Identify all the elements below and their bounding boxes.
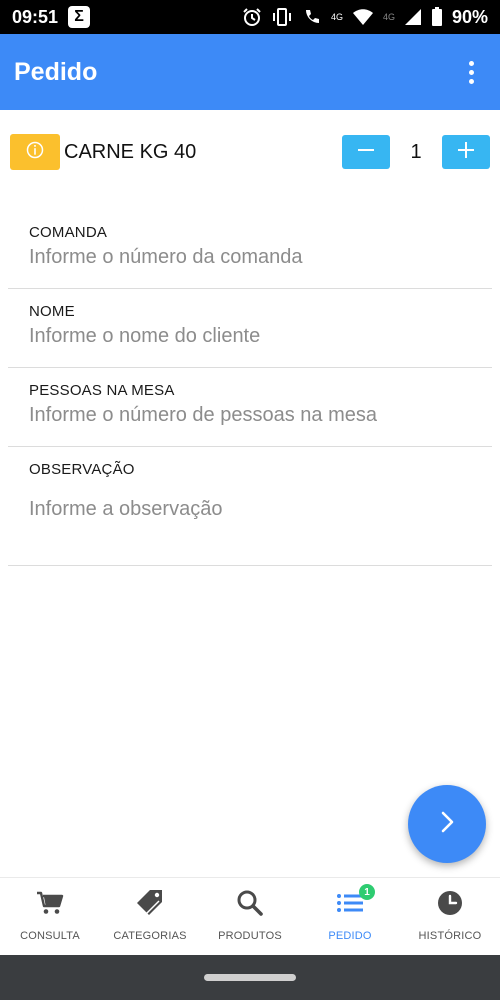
order-count-badge: 1: [359, 884, 375, 900]
product-row: CARNE KG 40 1: [0, 130, 500, 174]
product-name: CARNE KG 40: [64, 140, 197, 163]
pessoas-field: PESSOAS NA MESA: [8, 368, 492, 447]
app-notification-icon: Σ: [68, 6, 91, 28]
bottom-navigation: CONSULTA CATEGORIAS PRODUTOS 1 PEDIDO HI…: [0, 877, 500, 955]
quantity-value: 1: [410, 140, 422, 163]
product-info-button[interactable]: [10, 134, 60, 170]
nav-label-historico: HISTÓRICO: [418, 930, 482, 942]
network-type-label: 4G: [330, 12, 343, 22]
vibrate-icon: [271, 7, 293, 27]
nav-item-consulta[interactable]: CONSULTA: [0, 878, 100, 955]
battery-icon: [431, 7, 443, 27]
search-icon: [235, 888, 265, 918]
quantity-stepper: 1: [342, 135, 490, 169]
nav-label-produtos: PRODUTOS: [218, 930, 282, 942]
system-gesture-bar: [0, 955, 500, 1000]
chevron-right-icon: [434, 809, 460, 840]
comanda-label: COMANDA: [29, 224, 108, 241]
observacao-input[interactable]: [29, 498, 469, 521]
plus-icon: [457, 141, 475, 164]
signal-icon: [404, 8, 422, 26]
alarm-icon: [242, 7, 262, 27]
observacao-label: OBSERVAÇÃO: [29, 461, 135, 478]
order-form: COMANDA NOME PESSOAS NA MESA OBSERVAÇÃO: [8, 210, 492, 566]
minus-icon: [357, 141, 375, 164]
cart-icon: [35, 888, 65, 918]
battery-percentage: 90%: [451, 6, 488, 27]
nav-label-consulta: CONSULTA: [20, 930, 80, 942]
status-bar: 09:51 Σ 4G 4G 90%: [0, 0, 500, 34]
more-options-button[interactable]: [456, 50, 486, 94]
nome-input[interactable]: [29, 325, 469, 348]
nav-item-categorias[interactable]: CATEGORIAS: [100, 878, 200, 955]
comanda-input[interactable]: [29, 246, 469, 269]
network-type-label-secondary: 4G: [382, 12, 395, 22]
status-time: 09:51: [12, 6, 59, 27]
nav-label-pedido: PEDIDO: [328, 930, 372, 942]
tags-icon: [135, 888, 165, 918]
pessoas-input[interactable]: [29, 404, 469, 427]
observacao-field: OBSERVAÇÃO: [8, 447, 492, 566]
nome-field: NOME: [8, 289, 492, 368]
info-icon: [26, 141, 44, 164]
page-title: Pedido: [14, 57, 98, 86]
wifi-icon: [352, 8, 374, 26]
more-vert-icon: [468, 60, 474, 66]
nome-label: NOME: [29, 303, 75, 320]
call-icon: [302, 7, 322, 27]
decrease-quantity-button[interactable]: [342, 135, 390, 169]
nav-label-categorias: CATEGORIAS: [113, 930, 187, 942]
nav-item-produtos[interactable]: PRODUTOS: [200, 878, 300, 955]
nav-item-historico[interactable]: HISTÓRICO: [400, 878, 500, 955]
increase-quantity-button[interactable]: [442, 135, 490, 169]
pessoas-label: PESSOAS NA MESA: [29, 382, 175, 399]
home-gesture-handle[interactable]: [204, 974, 296, 981]
clock-icon: [435, 888, 465, 918]
comanda-field: COMANDA: [8, 210, 492, 289]
next-button[interactable]: [408, 785, 486, 863]
app-bar: Pedido: [0, 34, 500, 110]
nav-item-pedido[interactable]: 1 PEDIDO: [300, 878, 400, 955]
list-icon: 1: [335, 884, 375, 918]
